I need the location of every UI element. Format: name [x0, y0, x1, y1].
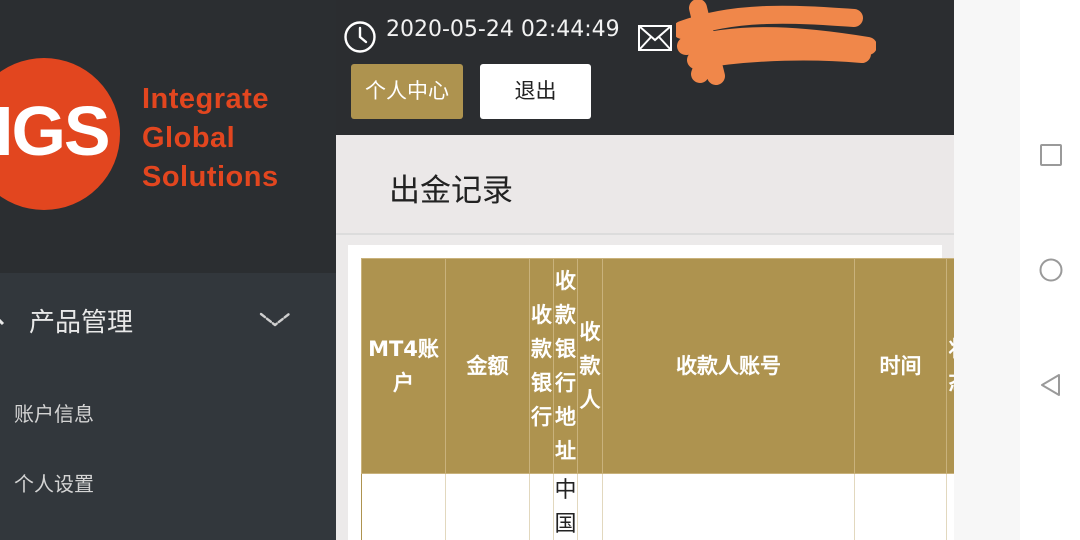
logo-text: Integrate Global Solutions — [142, 80, 279, 197]
profile-center-button[interactable]: 个人中心 — [351, 64, 463, 119]
menu-group-icon — [0, 318, 5, 326]
cell-bank-address: 中国 — [553, 473, 578, 540]
back-icon[interactable] — [1038, 372, 1064, 398]
logo-text-line-3: Solutions — [142, 161, 279, 193]
mail-icon[interactable] — [637, 24, 673, 52]
column-header-receiving-bank[interactable]: 收款银行 — [529, 258, 554, 474]
top-header: 2020-05-24 02:44:49 个人中心 退出 — [336, 0, 954, 135]
withdrawal-records-table-wrap[interactable]: MT4账户 金额 收款银行 收款银行地址 收款人 收款人账号 时间 状态 中国 — [361, 258, 971, 540]
logo: IGS Integrate Global Solutions — [0, 0, 336, 273]
logo-text-line-1: Integrate — [142, 83, 269, 115]
cell-payee — [577, 473, 603, 540]
chevron-down-icon[interactable] — [258, 309, 292, 329]
sidebar-item-account-info[interactable]: 账户信息 — [14, 398, 94, 427]
column-header-payee[interactable]: 收款人 — [577, 258, 603, 474]
logo-badge: IGS — [0, 58, 120, 210]
home-icon[interactable] — [1038, 257, 1064, 283]
table-row[interactable]: 中国 — [361, 473, 971, 540]
table-header-row: MT4账户 金额 收款银行 收款银行地址 收款人 收款人账号 时间 状态 — [361, 258, 971, 474]
cell-payee-account — [602, 473, 855, 540]
page-title: 出金记录 — [389, 173, 513, 209]
sidebar-group-label: 产品管理 — [29, 308, 134, 338]
cell-amount — [445, 473, 530, 540]
recent-apps-icon[interactable] — [1038, 142, 1064, 168]
sidebar-group-product-management[interactable]: 产品管理 — [0, 287, 336, 351]
withdrawal-records-table: MT4账户 金额 收款银行 收款银行地址 收款人 收款人账号 时间 状态 中国 — [361, 258, 971, 540]
logout-button[interactable]: 退出 — [480, 64, 591, 119]
screen: IGS Integrate Global Solutions 产品管理 账户信息… — [0, 0, 1080, 540]
column-header-bank-address[interactable]: 收款银行地址 — [553, 258, 578, 474]
column-header-time[interactable]: 时间 — [854, 258, 947, 474]
page-edge — [954, 0, 1020, 540]
logo-text-line-2: Global — [142, 122, 236, 154]
page-title-bar: 出金记录 — [336, 135, 954, 235]
cell-time — [854, 473, 947, 540]
column-header-payee-account[interactable]: 收款人账号 — [602, 258, 855, 474]
logo-letters: IGS — [0, 92, 111, 170]
system-nav-bar — [1020, 0, 1080, 540]
sidebar: IGS Integrate Global Solutions 产品管理 账户信息… — [0, 0, 336, 540]
column-header-mt4-account[interactable]: MT4账户 — [361, 258, 446, 474]
column-header-amount[interactable]: 金额 — [445, 258, 530, 474]
clock-icon — [344, 21, 376, 53]
cell-mt4-account — [361, 473, 446, 540]
current-datetime: 2020-05-24 02:44:49 — [386, 17, 620, 42]
cell-receiving-bank — [529, 473, 554, 540]
redaction-scribble — [676, 0, 876, 85]
sidebar-item-personal-settings[interactable]: 个人设置 — [14, 468, 94, 497]
